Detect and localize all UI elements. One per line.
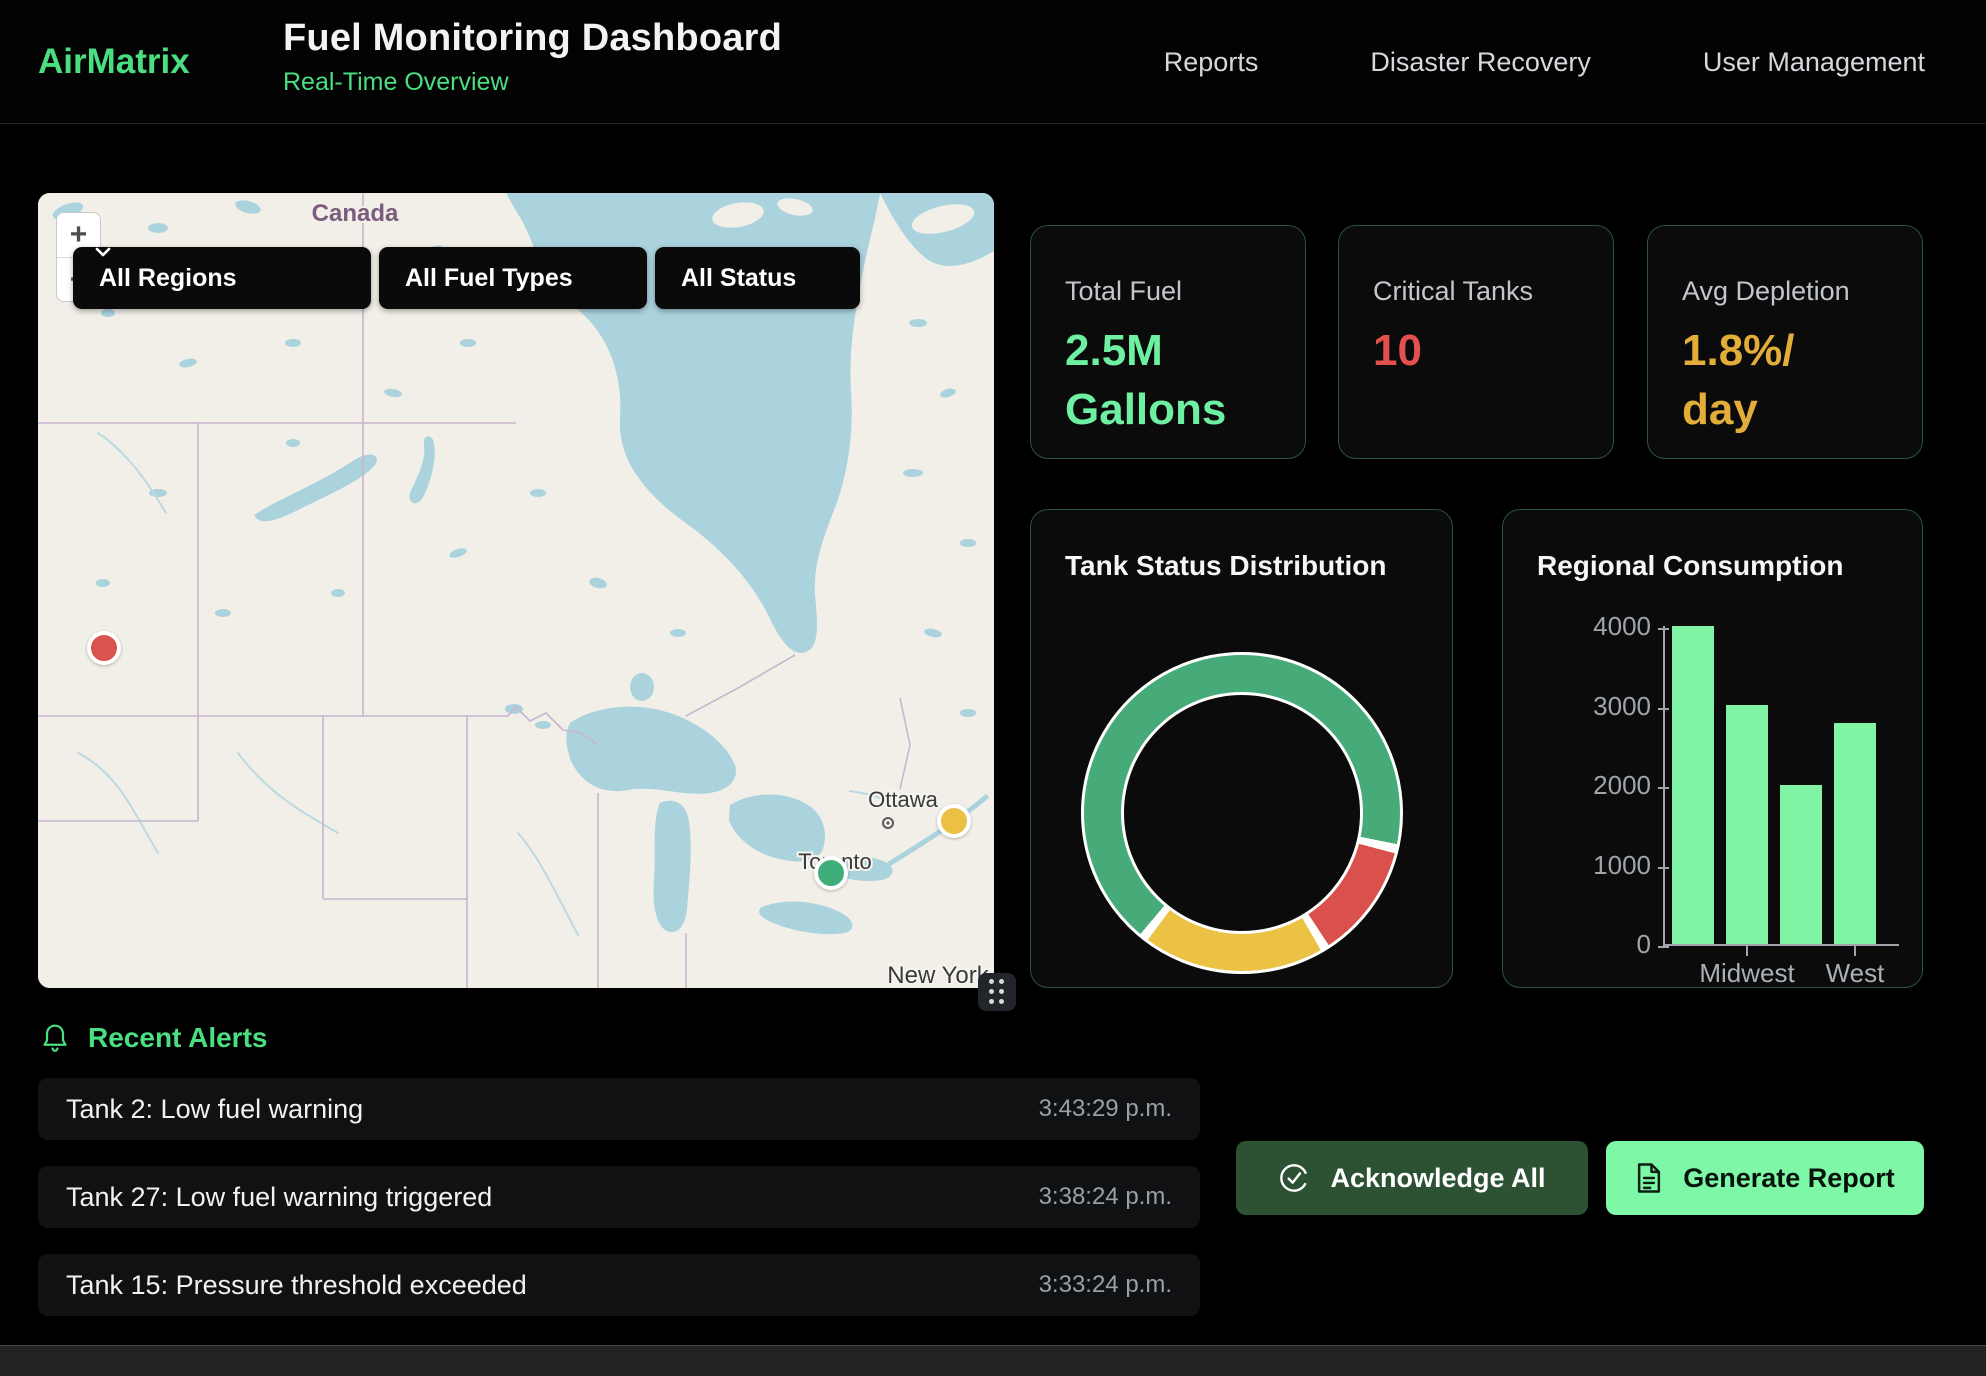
alert-text: Tank 2: Low fuel warning — [66, 1094, 363, 1125]
y-axis-tick: 4000 — [1551, 611, 1651, 642]
tank-marker-critical[interactable] — [87, 631, 121, 665]
alert-time: 3:33:24 p.m. — [1039, 1271, 1172, 1299]
bar-region-2 — [1780, 785, 1822, 944]
main-nav: Reports Disaster Recovery User Managemen… — [1164, 0, 1925, 124]
region-filter-dropdown[interactable]: All Regions — [73, 247, 371, 309]
x-axis-label: West — [1775, 958, 1935, 989]
stat-value: 10 — [1373, 321, 1579, 380]
regional-consumption-bar-chart: 4000 3000 2000 1000 0 MidwestWest — [1503, 510, 1924, 989]
fuel-type-filter-value: All Fuel Types — [405, 264, 573, 293]
alert-time: 3:43:29 p.m. — [1039, 1095, 1172, 1123]
y-axis-tick: 0 — [1551, 929, 1651, 960]
bell-icon — [40, 1022, 70, 1054]
status-filter-dropdown[interactable]: All Status — [655, 247, 860, 309]
check-circle-icon — [1278, 1162, 1310, 1194]
x-axis-tick — [1746, 946, 1748, 956]
y-axis-tick: 3000 — [1551, 691, 1651, 722]
nav-user-management[interactable]: User Management — [1703, 47, 1925, 78]
stat-value: 1.8%/ day — [1682, 321, 1888, 440]
bar-region-3 — [1834, 723, 1876, 944]
tank-marker-normal[interactable] — [814, 856, 848, 890]
stat-card-critical-tanks: Critical Tanks 10 — [1338, 225, 1614, 459]
donut-chart-title: Tank Status Distribution — [1065, 550, 1418, 582]
stat-label: Avg Depletion — [1682, 276, 1888, 307]
bottom-window-strip — [0, 1345, 1986, 1376]
map-filter-bar: All Regions All Fuel Types All Status — [73, 247, 860, 309]
nav-reports[interactable]: Reports — [1164, 47, 1259, 78]
alert-text: Tank 15: Pressure threshold exceeded — [66, 1270, 527, 1301]
alert-time: 3:38:24 p.m. — [1039, 1183, 1172, 1211]
fuel-type-filter-dropdown[interactable]: All Fuel Types — [379, 247, 647, 309]
stat-value: 2.5M Gallons — [1065, 321, 1271, 440]
acknowledge-all-button[interactable]: Acknowledge All — [1236, 1141, 1588, 1215]
recent-alerts-header: Recent Alerts — [40, 1022, 267, 1054]
stat-label: Critical Tanks — [1373, 276, 1579, 307]
stat-card-total-fuel: Total Fuel 2.5M Gallons — [1030, 225, 1306, 459]
regional-consumption-card: Regional Consumption 4000 3000 2000 1000… — [1502, 509, 1923, 988]
y-axis-tick: 2000 — [1551, 770, 1651, 801]
bar-region-1 — [1726, 705, 1768, 944]
generate-report-label: Generate Report — [1683, 1163, 1895, 1194]
nav-disaster-recovery[interactable]: Disaster Recovery — [1370, 47, 1591, 78]
recent-alerts-title: Recent Alerts — [88, 1022, 267, 1054]
resize-drag-handle[interactable] — [978, 973, 1016, 1011]
generate-report-button[interactable]: Generate Report — [1606, 1141, 1924, 1215]
status-filter-value: All Status — [681, 264, 796, 293]
alert-row[interactable]: Tank 27: Low fuel warning triggered 3:38… — [38, 1166, 1200, 1228]
alert-text: Tank 27: Low fuel warning triggered — [66, 1182, 492, 1213]
region-filter-value: All Regions — [99, 264, 237, 293]
title-block: Fuel Monitoring Dashboard Real-Time Over… — [283, 17, 782, 97]
stat-label: Total Fuel — [1065, 276, 1271, 307]
page-title: Fuel Monitoring Dashboard — [283, 17, 782, 60]
map-label-ottawa: Ottawa — [868, 787, 938, 812]
acknowledge-all-label: Acknowledge All — [1330, 1163, 1545, 1194]
stat-card-avg-depletion: Avg Depletion 1.8%/ day — [1647, 225, 1923, 459]
alert-row[interactable]: Tank 2: Low fuel warning 3:43:29 p.m. — [38, 1078, 1200, 1140]
x-axis-line — [1663, 944, 1899, 946]
bars-group — [1665, 626, 1899, 944]
y-axis-tick: 1000 — [1551, 850, 1651, 881]
map-canvas[interactable]: Canada Ottawa Toronto New York + − All R… — [38, 193, 994, 988]
brand-logo: AirMatrix — [38, 42, 190, 82]
donut-hole — [1121, 692, 1363, 934]
alert-row[interactable]: Tank 15: Pressure threshold exceeded 3:3… — [38, 1254, 1200, 1316]
tank-status-distribution-card: Tank Status Distribution — [1030, 509, 1453, 988]
bar-region-0 — [1672, 626, 1714, 944]
app-header: AirMatrix Fuel Monitoring Dashboard Real… — [0, 0, 1986, 124]
x-axis-tick — [1854, 946, 1856, 956]
document-icon — [1635, 1162, 1663, 1194]
tank-status-donut-chart — [1081, 652, 1403, 974]
map-label-canada: Canada — [312, 200, 399, 227]
page-subtitle: Real-Time Overview — [283, 68, 782, 97]
chevron-down-icon — [95, 247, 111, 257]
tank-marker-warning[interactable] — [937, 804, 971, 838]
map-label-newyork: New York — [887, 962, 989, 988]
map-basemap: Canada Ottawa Toronto New York — [38, 193, 994, 988]
